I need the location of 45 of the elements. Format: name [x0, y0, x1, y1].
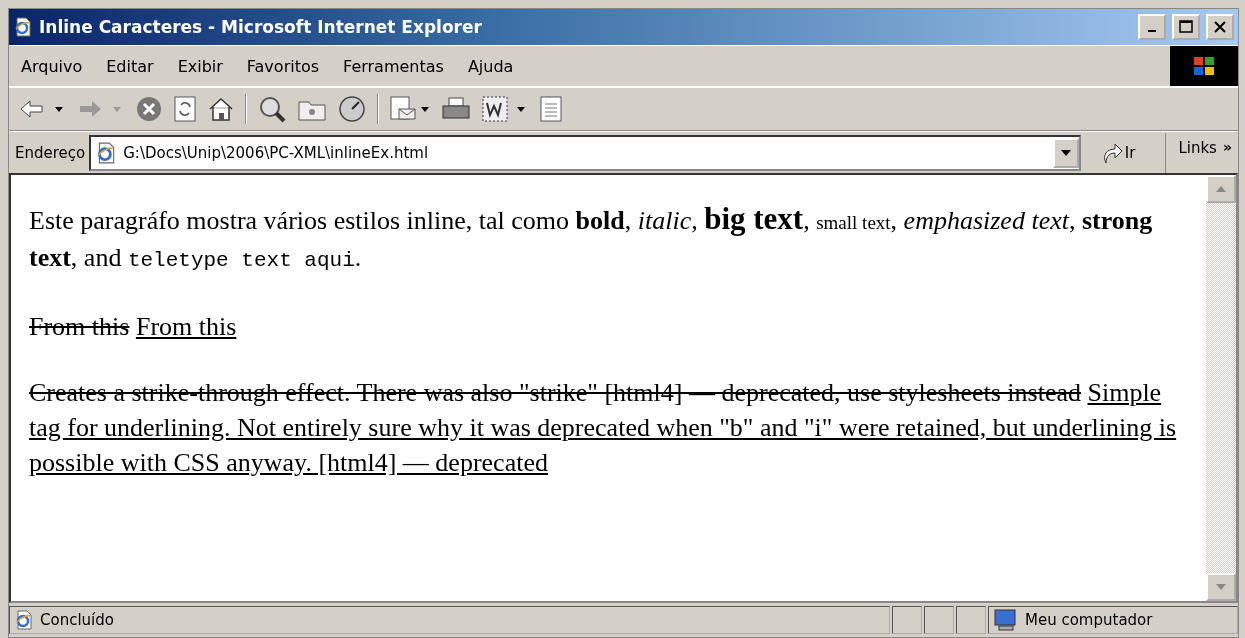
browser-page-icon [14, 610, 34, 630]
refresh-button[interactable] [173, 95, 197, 123]
history-button[interactable] [337, 94, 367, 124]
minimize-button[interactable] [1138, 14, 1166, 40]
mail-button[interactable] [389, 95, 431, 123]
window-title: Inline Caracteres - Microsoft Internet Explorer [39, 17, 483, 37]
scroll-down-button[interactable] [1206, 573, 1236, 601]
menu-item[interactable]: Ferramentas [331, 56, 456, 76]
discuss-button[interactable] [539, 95, 563, 123]
address-field[interactable]: G:\Docs\Unip\2006\PC-XML\inlineEx.html [89, 134, 1081, 171]
scroll-up-button[interactable] [1206, 175, 1236, 203]
status-panel [924, 606, 954, 634]
maximize-icon [1179, 20, 1193, 34]
menu-item[interactable]: Exibir [165, 56, 235, 76]
go-button[interactable]: Ir [1084, 132, 1167, 173]
windows-logo [1170, 46, 1238, 86]
links-button[interactable]: Links » [1170, 132, 1238, 173]
status-panel [892, 606, 922, 634]
maximize-button[interactable] [1172, 14, 1200, 40]
minimize-icon [1148, 30, 1156, 32]
address-label: Endereço [15, 143, 86, 162]
scrollbar[interactable] [1206, 175, 1236, 601]
search-button[interactable] [257, 94, 287, 124]
close-icon [1213, 20, 1227, 34]
chevron-icon: » [1222, 138, 1232, 155]
computer-icon [993, 608, 1019, 632]
paragraph-text: From this From this [29, 311, 238, 343]
paragraph-text: Creates a strike-through effect. There was also "strike" [html4] — deprecated, use stylesheets instead Simple tag for underlining. Not entirely sure why it was deprecated when "b" and "i" were retained, but underlining is possible with CSS anyway. [html4] — deprecated [29, 377, 1178, 479]
paragraph-text: Este paragráfo mostra vários estilos inline, tal como bold, italic, big text, small text, emphasized text, strong text, and teletype text aqui. [29, 201, 1154, 274]
close-button[interactable] [1206, 14, 1234, 40]
zone-text: Meu computador [1025, 611, 1153, 629]
menu-item[interactable]: Favoritos [234, 56, 332, 76]
status-text: Concluído [40, 611, 114, 629]
down-arrow-icon [1215, 583, 1227, 591]
status-panel [956, 606, 986, 634]
print-button[interactable] [441, 96, 471, 122]
menu-item[interactable]: Editar [94, 56, 166, 76]
dropdown-button[interactable] [1052, 137, 1079, 168]
browser-page-icon [13, 17, 33, 37]
up-arrow-icon [1215, 185, 1227, 193]
stop-button[interactable] [135, 95, 163, 123]
home-button[interactable] [207, 96, 235, 122]
menu-item[interactable]: Ajuda [455, 56, 526, 76]
menu-item[interactable]: Arquivo [9, 56, 95, 76]
caret-icon [1059, 148, 1072, 157]
